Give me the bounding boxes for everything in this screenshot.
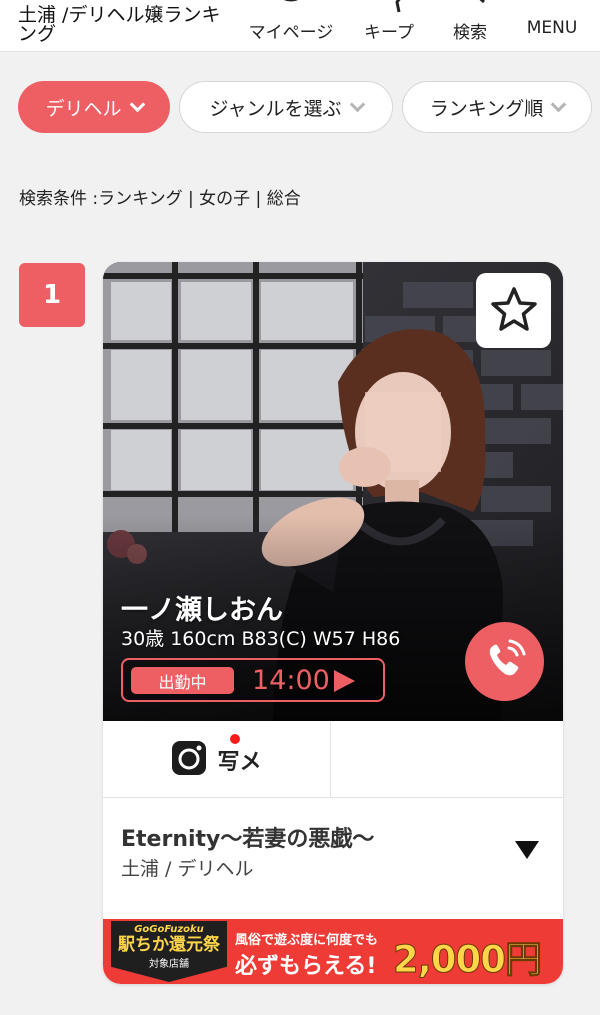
filter-sort-label: ランキング順	[429, 97, 544, 120]
promo-text-line2: 必ずもらえる!	[235, 954, 377, 979]
nav-mypage-label: マイページ	[248, 23, 334, 43]
call-button[interactable]	[465, 622, 544, 701]
rank-badge: 1	[19, 263, 85, 327]
promo-banner[interactable]: GoGoFuzoku 駅ちか還元祭 対象店舗 風俗で遊ぶ度に何度でも 必ずもらえ…	[103, 919, 563, 984]
star-icon	[371, 0, 407, 19]
nav-search-label: 検索	[453, 23, 487, 43]
favorite-button[interactable]	[476, 273, 551, 348]
promo-tag-sub: 対象店舗	[149, 959, 189, 970]
chevron-down-icon	[129, 96, 145, 112]
nav-search[interactable]: 検索	[445, 0, 495, 52]
camera-icon	[171, 740, 207, 780]
star-icon	[490, 286, 538, 336]
filter-genre-dropdown[interactable]: ジャンルを選ぶ	[179, 81, 393, 133]
search-icon	[453, 0, 487, 19]
photo-diary-button[interactable]: 写メ	[103, 721, 331, 798]
filter-type-label: デリヘル	[45, 97, 122, 120]
header: 土浦 /デリヘル嬢ランキング マイページ キープ 検索 MENU	[0, 0, 600, 52]
phone-icon	[481, 636, 529, 688]
photo-row: 写メ	[103, 721, 563, 798]
chevron-down-icon	[349, 96, 365, 112]
shop-name[interactable]: Eternity〜若妻の悪戯〜	[121, 821, 374, 853]
promo-text-line1: 風俗で遊ぶ度に何度でも	[235, 933, 379, 948]
triangle-down-icon[interactable]	[513, 839, 541, 865]
promo-tag-top: GoGoFuzoku	[134, 924, 204, 935]
promo-amount: 2,000円	[392, 938, 542, 982]
promo-tag: GoGoFuzoku 駅ちか還元祭 対象店舗	[111, 921, 227, 982]
cast-photo[interactable]: 一ノ瀬しおん 30歳 160cm B83(C) W57 H86 出勤中 14:0…	[103, 262, 563, 721]
cast-stats: 30歳 160cm B83(C) W57 H86	[121, 628, 401, 650]
site-title[interactable]: 土浦 /デリヘル嬢ランキング	[18, 6, 233, 44]
schedule-time: 14:00	[252, 665, 330, 696]
nav-menu[interactable]: MENU	[520, 0, 584, 52]
nav-menu-label: MENU	[526, 18, 578, 38]
empty-cell	[332, 721, 563, 798]
cast-card: 一ノ瀬しおん 30歳 160cm B83(C) W57 H86 出勤中 14:0…	[103, 262, 563, 984]
promo-tag-main: 駅ちか還元祭	[118, 935, 220, 955]
shop-row[interactable]: Eternity〜若妻の悪戯〜 土浦 / デリヘル	[103, 799, 563, 919]
nav-keep[interactable]: キープ	[358, 0, 420, 52]
filter-type-dropdown[interactable]: デリヘル	[18, 81, 170, 133]
filter-genre-label: ジャンルを選ぶ	[209, 97, 342, 120]
schedule-box[interactable]: 出勤中 14:00	[121, 658, 385, 702]
photo-diary-label: 写メ	[217, 749, 262, 775]
new-indicator-dot	[230, 734, 240, 744]
menu-icon	[532, 0, 572, 19]
cast-name[interactable]: 一ノ瀬しおん	[121, 588, 283, 627]
status-badge: 出勤中	[131, 667, 234, 694]
filter-sort-dropdown[interactable]: ランキング順	[402, 81, 592, 133]
search-conditions: 検索条件 :ランキング | 女の子 | 総合	[19, 189, 301, 209]
nav-mypage[interactable]: マイページ	[244, 0, 338, 52]
nav-keep-label: キープ	[364, 23, 414, 43]
shop-area: 土浦 / デリヘル	[121, 858, 254, 880]
play-icon	[331, 668, 357, 698]
chevron-down-icon	[550, 96, 567, 112]
user-icon	[274, 0, 308, 19]
